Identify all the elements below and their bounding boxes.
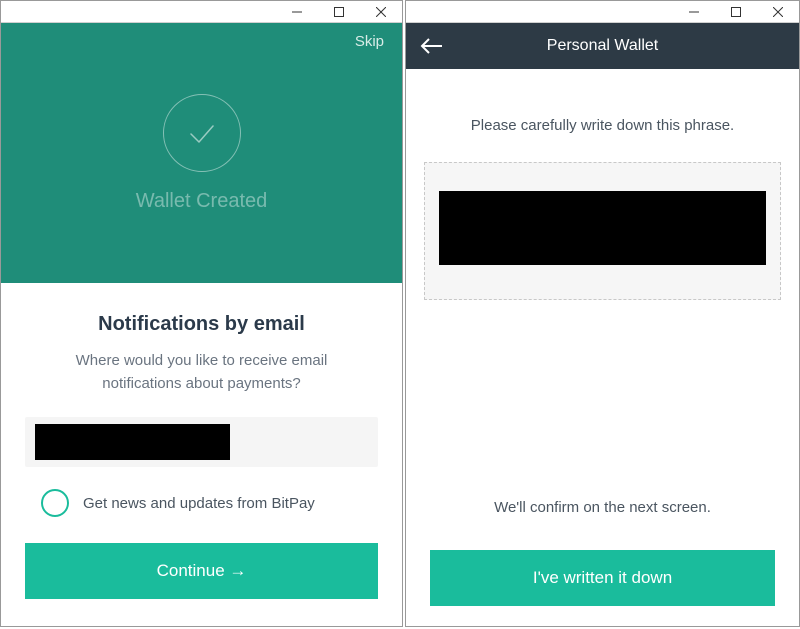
close-button[interactable] [360, 1, 402, 23]
checkbox-icon[interactable] [41, 489, 69, 517]
titlebar [406, 1, 799, 23]
skip-link[interactable]: Skip [355, 33, 384, 50]
minimize-button[interactable] [673, 1, 715, 23]
email-redacted [35, 424, 230, 460]
confirm-text: We'll confirm on the next screen. [424, 499, 781, 516]
section-title: Notifications by email [25, 313, 378, 336]
continue-button[interactable]: Continue → [25, 543, 378, 599]
written-down-button[interactable]: I've written it down [430, 550, 775, 606]
close-button[interactable] [757, 1, 799, 23]
continue-label: Continue → [157, 561, 247, 581]
phrase-section: Please carefully write down this phrase.… [406, 69, 799, 626]
email-notifications-section: Notifications by email Where would you l… [1, 283, 402, 626]
back-button[interactable] [420, 37, 444, 55]
backup-phrase-window: Personal Wallet Please carefully write d… [405, 0, 800, 627]
recovery-phrase-redacted [439, 191, 766, 265]
hero-panel: Skip Wallet Created [1, 23, 402, 283]
wallet-setup-window: Skip Wallet Created Notifications by ema… [0, 0, 403, 627]
minimize-button[interactable] [276, 1, 318, 23]
nav-title: Personal Wallet [406, 37, 799, 55]
titlebar [1, 1, 402, 23]
navbar: Personal Wallet [406, 23, 799, 69]
checkmark-icon [163, 94, 241, 172]
hero-title: Wallet Created [136, 190, 268, 213]
written-down-label: I've written it down [533, 568, 672, 588]
maximize-button[interactable] [715, 1, 757, 23]
instruction-text: Please carefully write down this phrase. [424, 117, 781, 134]
recovery-phrase-box [424, 162, 781, 300]
email-input[interactable] [25, 417, 378, 467]
section-subtitle: Where would you like to receive email no… [25, 350, 378, 395]
maximize-button[interactable] [318, 1, 360, 23]
checkbox-label: Get news and updates from BitPay [83, 495, 315, 512]
newsletter-checkbox-row[interactable]: Get news and updates from BitPay [25, 489, 378, 517]
